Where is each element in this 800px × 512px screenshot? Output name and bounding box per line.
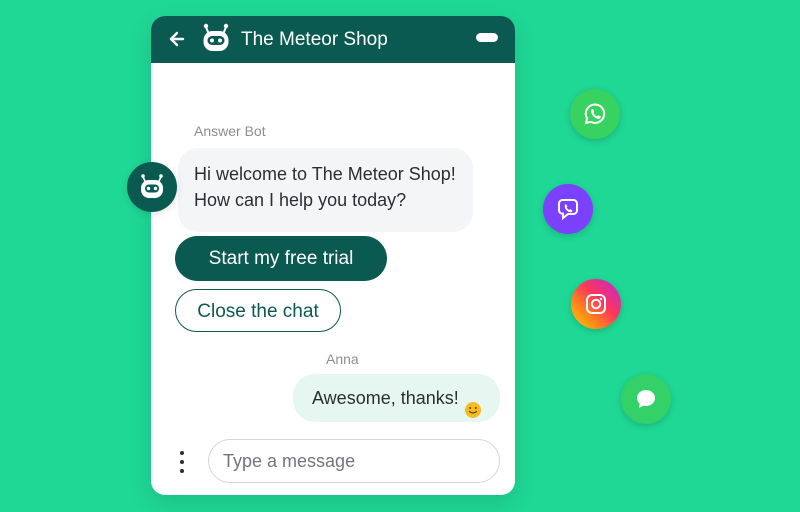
bot-message-bubble: Hi welcome to The Meteor Shop! How can I…	[178, 148, 473, 232]
chat-bubble-glyph-icon	[637, 390, 655, 408]
more-dot-icon	[180, 469, 184, 473]
instagram-icon[interactable]	[571, 279, 621, 329]
close-chat-button[interactable]: Close the chat	[175, 289, 341, 332]
user-message-text: Awesome, thanks!	[312, 388, 459, 408]
pill-toggle-icon[interactable]	[476, 33, 498, 42]
bot-avatar	[127, 162, 177, 212]
whatsapp-icon[interactable]	[570, 89, 620, 139]
viber-glyph-icon	[558, 199, 578, 221]
chat-bubble-icon[interactable]	[621, 374, 671, 424]
more-dot-icon	[180, 460, 184, 464]
chat-title: The Meteor Shop	[241, 29, 388, 50]
bot-message-line-1: Hi welcome to The Meteor Shop!	[194, 164, 456, 184]
robot-icon	[141, 174, 163, 198]
chat-header: The Meteor Shop	[151, 16, 515, 63]
back-arrow-icon[interactable]	[167, 29, 187, 49]
chat-window: The Meteor Shop Answer Bot Hi welcome to…	[151, 16, 515, 495]
whatsapp-glyph-icon	[584, 103, 606, 125]
robot-icon	[203, 23, 229, 51]
user-message-bubble: Awesome, thanks!	[293, 374, 500, 422]
bot-message-line-2: How can I help you today?	[194, 190, 407, 210]
bot-name: Answer Bot	[194, 123, 266, 139]
viber-icon[interactable]	[543, 184, 593, 234]
message-input[interactable]	[208, 439, 500, 483]
instagram-glyph-icon	[586, 294, 606, 314]
start-free-trial-button[interactable]: Start my free trial	[175, 236, 387, 281]
smiling-face-icon	[464, 389, 482, 419]
more-dot-icon	[180, 451, 184, 455]
more-vertical-icon[interactable]	[178, 450, 186, 474]
user-name: Anna	[326, 351, 359, 367]
